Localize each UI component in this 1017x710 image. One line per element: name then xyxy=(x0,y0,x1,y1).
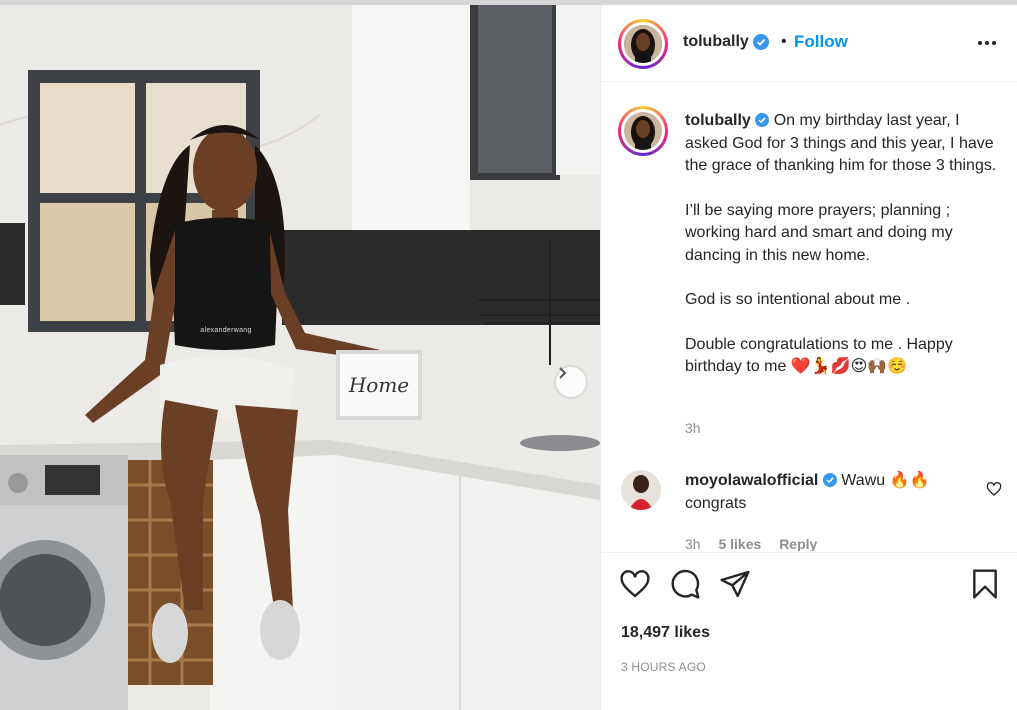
commenter-photo xyxy=(621,470,661,510)
comment: moyolawalofficial Wawu 🔥🔥 congrats xyxy=(685,470,975,515)
post-actions: 18,497 likes 3 HOURS AGO xyxy=(601,552,1017,710)
caption-username[interactable]: tolubally xyxy=(685,112,751,129)
more-options-icon[interactable] xyxy=(975,31,999,55)
comment-icon[interactable] xyxy=(669,568,701,600)
verified-badge-icon xyxy=(755,113,770,127)
verified-badge-icon xyxy=(753,34,769,50)
chevron-right-icon xyxy=(559,367,567,379)
follow-button[interactable]: Follow xyxy=(794,32,848,52)
likes-count[interactable]: 18,497 likes xyxy=(621,624,710,642)
comments-section[interactable]: tolubally On my birthday last year, I as… xyxy=(601,83,1017,551)
comment-username[interactable]: moyolawalofficial xyxy=(685,472,818,489)
commenter-avatar[interactable] xyxy=(621,470,661,510)
waistband-label: alexanderwang xyxy=(186,323,266,337)
comment-meta: 3h 5 likes Reply xyxy=(685,536,831,551)
post-timestamp[interactable]: 3 HOURS AGO xyxy=(621,660,706,674)
comment-timestamp[interactable]: 3h xyxy=(685,536,701,551)
home-sign: Home xyxy=(336,350,422,420)
heart-icon[interactable] xyxy=(619,568,651,600)
comment-likes[interactable]: 5 likes xyxy=(718,536,761,551)
verified-badge-icon xyxy=(822,473,837,487)
bookmark-icon[interactable] xyxy=(969,568,1001,600)
caption-avatar[interactable] xyxy=(624,112,662,150)
avatar[interactable] xyxy=(624,25,662,63)
caption-paragraph: God is so intentional about me . xyxy=(685,291,911,308)
post-side-panel: tolubally • Follow tolubally On my birth… xyxy=(600,5,1017,710)
kitchen-photo-illustration xyxy=(0,5,600,710)
post-caption: tolubally On my birthday last year, I as… xyxy=(685,110,1005,401)
reply-button[interactable]: Reply xyxy=(779,536,817,551)
author-username[interactable]: tolubally xyxy=(683,33,749,51)
separator-dot: • xyxy=(781,33,787,50)
caption-paragraph: I’ll be saying more prayers; planning ; … xyxy=(685,201,953,264)
next-photo-button[interactable] xyxy=(556,367,586,397)
caption-timestamp[interactable]: 3h xyxy=(685,420,701,436)
post-photo[interactable]: alexanderwang Home xyxy=(0,5,600,710)
post-header: tolubally • Follow xyxy=(601,5,1017,82)
author-photo xyxy=(624,112,662,150)
caption-paragraph: Double congratulations to me . Happy bir… xyxy=(685,335,953,376)
share-icon[interactable] xyxy=(719,568,751,600)
author-photo xyxy=(624,25,662,63)
comment-heart-icon[interactable] xyxy=(986,481,1002,497)
